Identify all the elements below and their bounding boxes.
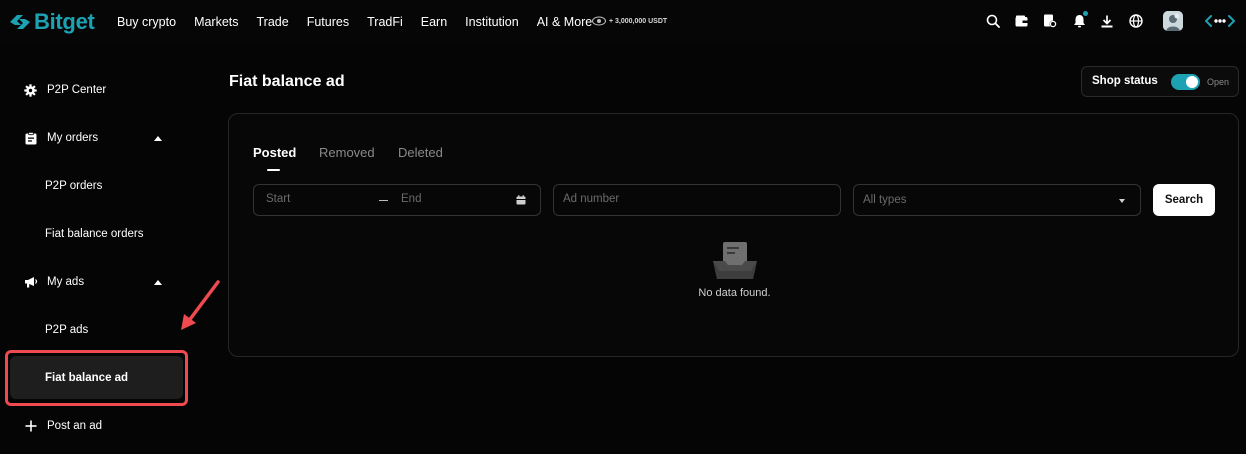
- type-select[interactable]: All types: [853, 184, 1141, 216]
- download-icon[interactable]: [1098, 12, 1116, 30]
- plus-icon: [23, 419, 38, 434]
- sidebar-item-label: P2P ads: [45, 324, 89, 336]
- promo-banner[interactable]: + 3,000,000 USDT: [592, 15, 667, 27]
- wallet-icon[interactable]: [1012, 12, 1030, 30]
- shop-status-label: Shop status: [1092, 75, 1158, 87]
- sidebar-item-label: Fiat balance orders: [45, 228, 144, 240]
- tab-deleted[interactable]: Deleted: [398, 145, 443, 160]
- start-date-input[interactable]: [266, 193, 366, 205]
- clipboard-icon: [23, 131, 38, 146]
- brand-name: Bitget: [34, 9, 95, 34]
- empty-state-text: No data found.: [698, 287, 771, 299]
- sidebar-item-my-orders[interactable]: My orders: [0, 114, 200, 162]
- sidebar-item-label: P2P Center: [47, 84, 107, 96]
- sidebar-item-label: Fiat balance ad: [45, 372, 129, 384]
- nav-institution[interactable]: Institution: [465, 15, 519, 29]
- nav-buy-crypto[interactable]: Buy crypto: [117, 15, 176, 29]
- nav-trade[interactable]: Trade: [257, 15, 289, 29]
- nav-ai-more[interactable]: AI & More: [537, 15, 593, 29]
- nav-markets[interactable]: Markets: [194, 15, 238, 29]
- date-range-picker: [253, 184, 541, 216]
- avatar[interactable]: [1163, 11, 1183, 31]
- main-nav: Buy crypto Markets Trade Futures TradFi …: [117, 0, 610, 44]
- nav-tradfi[interactable]: TradFi: [367, 15, 403, 29]
- shop-status-panel: Shop status Open: [1081, 66, 1239, 97]
- type-select-value: All types: [863, 194, 907, 206]
- nav-futures[interactable]: Futures: [307, 15, 349, 29]
- sidebar-item-label: My ads: [47, 276, 85, 288]
- end-date-input[interactable]: [401, 193, 501, 205]
- search-button[interactable]: Search: [1153, 184, 1215, 216]
- sidebar-item-p2p-ads[interactable]: P2P ads: [0, 306, 200, 354]
- globe-icon[interactable]: [1127, 12, 1145, 30]
- nav-earn[interactable]: Earn: [421, 15, 447, 29]
- ad-number-input[interactable]: [563, 193, 823, 205]
- shop-status-toggle[interactable]: [1171, 74, 1200, 90]
- sidebar-item-p2p-orders[interactable]: P2P orders: [0, 162, 200, 210]
- sidebar-item-label: Post an ad: [47, 420, 102, 432]
- assistant-icon[interactable]: [1204, 12, 1236, 30]
- tab-removed[interactable]: Removed: [319, 145, 375, 160]
- avatar-image: [1163, 11, 1183, 31]
- sidebar-item-post-an-ad[interactable]: Post an ad: [0, 402, 200, 450]
- bitget-logo-icon: [10, 15, 30, 29]
- tab-active-underline: [267, 169, 280, 171]
- ad-number-field: [553, 184, 841, 216]
- sidebar-item-label: P2P orders: [45, 180, 103, 192]
- search-icon[interactable]: [984, 12, 1002, 30]
- toggle-knob: [1186, 76, 1198, 88]
- ads-card: Posted Removed Deleted All types Search …: [228, 113, 1239, 357]
- chevron-up-icon[interactable]: [154, 135, 162, 141]
- notification-dot: [1083, 11, 1088, 16]
- sidebar-item-fiat-balance-ad[interactable]: Fiat balance ad: [0, 354, 200, 402]
- orders-icon[interactable]: [1041, 12, 1059, 30]
- sidebar-item-label: My orders: [47, 132, 99, 144]
- chevron-down-icon: [1119, 199, 1125, 203]
- bell-icon[interactable]: [1070, 11, 1088, 30]
- calendar-icon[interactable]: [516, 195, 526, 205]
- sidebar-item-fiat-balance-orders[interactable]: Fiat balance orders: [0, 210, 200, 258]
- tab-posted[interactable]: Posted: [253, 145, 296, 160]
- page-title: Fiat balance ad: [229, 73, 345, 90]
- sidebar-item-my-ads[interactable]: My ads: [0, 258, 200, 306]
- shop-status-state: Open: [1207, 77, 1230, 87]
- chevron-up-icon[interactable]: [154, 279, 162, 285]
- gear-icon: [23, 83, 38, 98]
- promo-text: + 3,000,000 USDT: [609, 17, 668, 25]
- date-range-separator: [379, 200, 388, 201]
- promo-gift-icon: [592, 16, 606, 26]
- bitget-logo[interactable]: Bitget: [9, 9, 95, 35]
- top-navbar: Bitget Buy crypto Markets Trade Futures …: [0, 0, 1246, 44]
- megaphone-icon: [23, 275, 38, 290]
- sidebar-item-p2p-center[interactable]: P2P Center: [0, 66, 200, 114]
- empty-box-icon: [713, 242, 757, 279]
